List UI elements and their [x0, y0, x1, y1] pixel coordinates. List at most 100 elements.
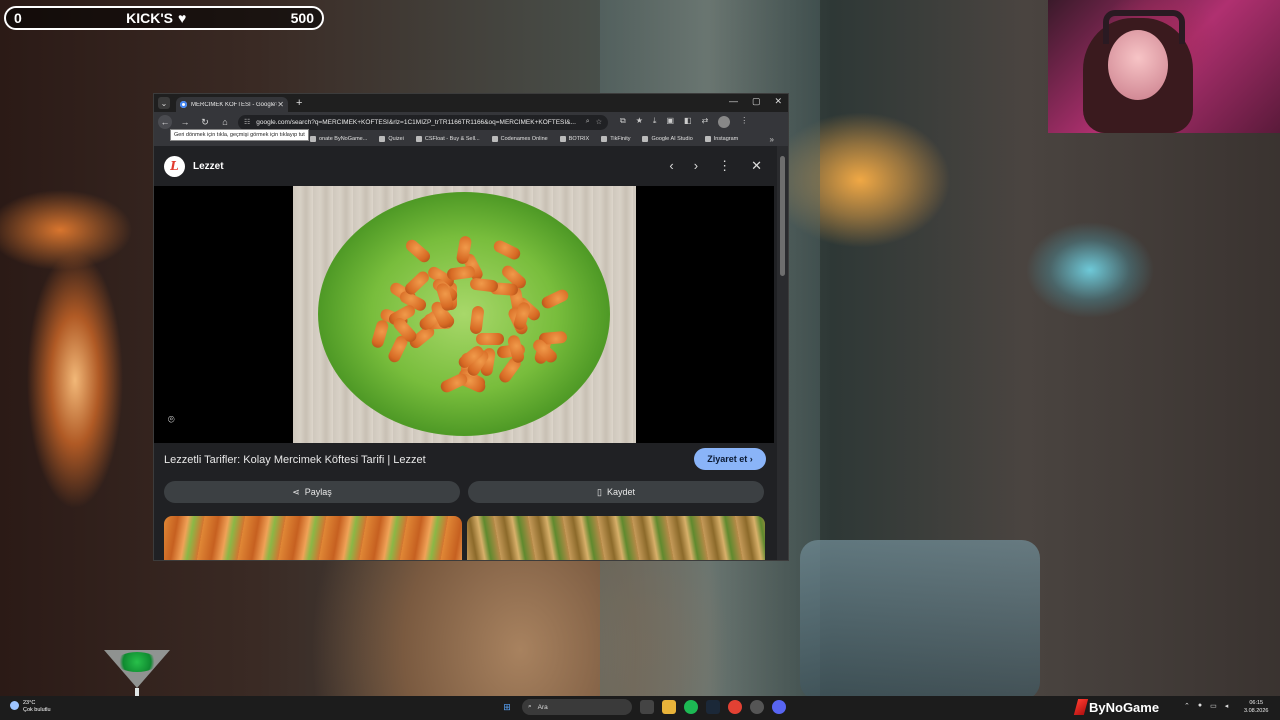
- file-explorer-icon[interactable]: [662, 700, 676, 714]
- tab-search-button[interactable]: ⌄: [158, 97, 170, 109]
- scrollbar-thumb[interactable]: [780, 156, 785, 276]
- steam-icon[interactable]: [706, 700, 720, 714]
- result-title[interactable]: Lezzetli Tarifler: Kolay Mercimek Köftes…: [164, 454, 684, 466]
- preview-image[interactable]: ⌾: [154, 186, 774, 443]
- home-icon[interactable]: ⌂: [218, 115, 232, 129]
- weather-widget[interactable]: 23°C Çok bulutlu: [10, 700, 51, 714]
- share-label: Paylaş: [304, 487, 332, 497]
- viewer-header: L Lezzet ‹ › ⋮ ✕: [154, 146, 776, 186]
- network-icon[interactable]: ▭: [1210, 702, 1217, 710]
- bookmark-label: BOTRIX: [568, 136, 590, 142]
- extension-icons: ⧉ ★ ⤓ ▣ ◧ ⇄ ⋮: [620, 116, 748, 128]
- cast-icon[interactable]: ⇄: [702, 116, 709, 128]
- tab-search[interactable]: MERCİMEK KÖFTESİ - Google'da Ara ✕: [176, 97, 288, 112]
- share-icon: ⋖: [292, 486, 300, 497]
- bynogame-logo: ByNoGame: [1073, 699, 1160, 715]
- forward-icon[interactable]: →: [178, 115, 192, 129]
- scrollbar[interactable]: [777, 146, 788, 560]
- bookmark-item[interactable]: BOTRIX: [559, 136, 590, 142]
- zoom-icon[interactable]: ⌕: [586, 118, 590, 126]
- volume-icon[interactable]: ◂: [1225, 702, 1229, 710]
- more-icon[interactable]: ⋮: [718, 158, 731, 174]
- source-logo: L: [164, 155, 185, 177]
- image-viewer-panel: L Lezzet ‹ › ⋮ ✕ ⌾ Lezzetli Tarifler: Ko…: [154, 146, 776, 560]
- viewer-controls: ‹ › ⋮ ✕: [669, 158, 762, 174]
- clock-date: 3.08.2026: [1244, 708, 1269, 714]
- hud-left-score: 0: [14, 10, 22, 26]
- chevron-left-icon[interactable]: ‹: [669, 158, 673, 174]
- maximize-icon[interactable]: ▢: [752, 96, 761, 107]
- reload-icon[interactable]: ↻: [198, 115, 212, 129]
- webcam-overlay: [1048, 0, 1280, 133]
- taskbar: 23°C Çok bulutlu ⊞ ⌕ Ara ByNoGame ⌃ ● ▭ …: [0, 696, 1280, 720]
- related-image-thumbnail[interactable]: [467, 516, 765, 560]
- bookmark-label: onate ByNoGame...: [319, 136, 368, 142]
- search-icon: ⌕: [528, 703, 532, 710]
- clock[interactable]: 06:15 3.08.2026: [1244, 699, 1268, 715]
- weather-condition: Çok bulutlu: [23, 707, 51, 713]
- taskbar-search[interactable]: ⌕ Ara: [522, 699, 632, 715]
- bookmark-item[interactable]: Quizei: [379, 136, 404, 142]
- microphone-icon[interactable]: ●: [1198, 702, 1202, 710]
- spotify-icon[interactable]: [684, 700, 698, 714]
- clock-time: 06:15: [1249, 700, 1264, 706]
- download-icon[interactable]: ⤓: [653, 116, 657, 128]
- new-tab-button[interactable]: +: [296, 97, 302, 109]
- lettuce-bed: [318, 192, 610, 436]
- headset-icon: [1103, 10, 1185, 44]
- extension-icon[interactable]: ⧉: [620, 116, 626, 128]
- screenshot-icon[interactable]: ▣: [666, 116, 674, 128]
- browser-window: ⌄ MERCİMEK KÖFTESİ - Google'da Ara ✕ + —…: [153, 93, 789, 561]
- bookmark-label: CSFloat - Buy & Sell...: [424, 136, 480, 142]
- brand-name: ByNoGame: [1089, 699, 1160, 715]
- bookmark-favicon: [704, 136, 711, 142]
- bookmark-item[interactable]: CSFloat - Buy & Sell...: [415, 136, 480, 142]
- chevron-right-small-icon: ›: [749, 454, 753, 464]
- obs-icon[interactable]: [750, 700, 764, 714]
- close-tab-icon[interactable]: ✕: [277, 100, 284, 109]
- heart-icon: ♥: [178, 10, 187, 26]
- bookmark-label: TikFinity: [610, 136, 631, 142]
- chevron-right-icon[interactable]: ›: [694, 158, 698, 174]
- task-view-icon[interactable]: [640, 700, 654, 714]
- search-placeholder: Ara: [537, 703, 548, 711]
- star-icon[interactable]: ☆: [596, 118, 602, 126]
- visit-button[interactable]: Ziyaret et ›: [694, 448, 766, 470]
- back-icon[interactable]: ←: [158, 115, 172, 129]
- hud-right-score: 500: [290, 10, 314, 26]
- bookmark-item[interactable]: onate ByNoGame...: [310, 136, 367, 142]
- start-icon[interactable]: ⊞: [500, 700, 514, 714]
- related-image-thumbnail[interactable]: [164, 516, 462, 560]
- bookmark-favicon: [415, 136, 422, 142]
- bookmark-favicon: [601, 136, 608, 142]
- window-controls: — ▢ ✕: [729, 96, 782, 107]
- bookmark-item[interactable]: TikFinity: [601, 136, 630, 142]
- bookmark-item[interactable]: Instagram: [704, 136, 738, 142]
- minimize-icon[interactable]: —: [729, 96, 738, 107]
- sidebar-icon[interactable]: ◧: [684, 116, 692, 128]
- source-name[interactable]: Lezzet: [193, 161, 669, 172]
- tray-chevron-icon[interactable]: ⌃: [1184, 702, 1190, 710]
- lens-icon[interactable]: ⌾: [168, 414, 182, 428]
- google-icon: [180, 101, 187, 108]
- bookmark-favicon: [642, 136, 649, 142]
- olives: [116, 652, 158, 672]
- save-button[interactable]: ▯ Kaydet: [468, 481, 764, 503]
- temperature: 23°C: [23, 700, 36, 706]
- more-menu-icon[interactable]: ⋮: [740, 116, 748, 128]
- bookmark-favicon: [491, 136, 498, 142]
- close-window-icon[interactable]: ✕: [774, 96, 782, 107]
- bookmark-item[interactable]: Codenames Online: [491, 136, 548, 142]
- profile-avatar[interactable]: [718, 116, 731, 128]
- chrome-icon[interactable]: [728, 700, 742, 714]
- address-bar[interactable]: ☷ google.com/search?q=MERCİMEK+KÖFTESİ&r…: [238, 114, 608, 130]
- bookmark-item[interactable]: Google AI Studio: [642, 136, 693, 142]
- discord-icon[interactable]: [772, 700, 786, 714]
- close-icon[interactable]: ✕: [751, 158, 762, 174]
- bookmark-favicon: [379, 136, 386, 142]
- bookmarks-overflow-icon[interactable]: »: [770, 135, 774, 144]
- tab-title: MERCİMEK KÖFTESİ - Google'da Ara: [191, 101, 277, 108]
- share-button[interactable]: ⋖ Paylaş: [164, 481, 460, 503]
- bookmark-star-icon[interactable]: ★: [636, 116, 643, 128]
- site-info-icon[interactable]: ☷: [244, 118, 250, 126]
